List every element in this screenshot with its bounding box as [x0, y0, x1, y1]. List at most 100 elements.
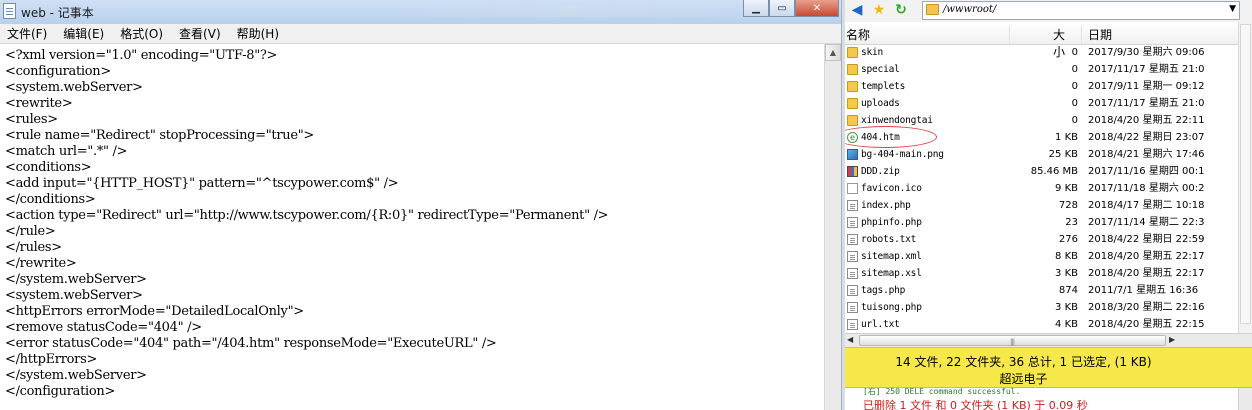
- file-name: favicon.ico: [861, 183, 922, 194]
- folder-icon: [847, 115, 858, 126]
- editor-line: </rules>: [5, 240, 62, 255]
- path-combobox[interactable]: /wwwroot/ ▼: [922, 1, 1240, 20]
- menu-format[interactable]: 格式(O): [112, 25, 171, 42]
- editor-line: </httpErrors>: [5, 352, 98, 367]
- folder-row[interactable]: skin 0 2017/9/30 星期六 09:06: [845, 44, 1238, 61]
- file-name: tuisong.php: [861, 302, 922, 313]
- scroll-left-arrow-icon[interactable]: ◀: [847, 335, 853, 344]
- file-list-header: 名称 大小 日期: [845, 22, 1238, 59]
- file-name: DDD.zip: [861, 166, 900, 177]
- file-date: 2018/4/21 星期六 17:46: [1088, 149, 1205, 160]
- folder-icon: [847, 47, 858, 58]
- editor-line: <conditions>: [5, 160, 92, 175]
- file-size: 0: [1071, 81, 1078, 92]
- column-header-name[interactable]: 名称: [846, 26, 870, 43]
- back-arrow-icon[interactable]: ◀: [849, 2, 865, 18]
- file-date: 2011/7/1 星期五 16:36: [1088, 285, 1199, 296]
- file-list[interactable]: skin 0 2017/9/30 星期六 09:06 special 0 2017/11/…: [845, 44, 1238, 333]
- close-button[interactable]: ✕: [795, 0, 839, 17]
- file-row[interactable]: sitemap.xml 8 KB 2018/4/20 星期五 22:17: [845, 248, 1238, 265]
- editor-line: <?xml version="1.0" encoding="UTF-8"?>: [5, 48, 278, 63]
- file-row[interactable]: tuisong.php 3 KB 2018/3/20 星期二 22:16: [845, 299, 1238, 316]
- file-name: bg-404-main.png: [861, 149, 944, 160]
- doc-file-icon: [847, 234, 858, 245]
- log-line: [右] 250 DELE command successful.: [863, 387, 1021, 396]
- editor-line: <rules>: [5, 112, 58, 127]
- scrollbar-thumb[interactable]: [1240, 24, 1251, 324]
- editor-line: </conditions>: [5, 192, 96, 207]
- file-date: 2017/9/30 星期六 09:06: [1088, 47, 1205, 58]
- file-date: 2018/4/20 星期五 22:11: [1088, 115, 1205, 126]
- ftp-remote-pane: ◀ ★ ↻ /wwwroot/ ▼ 名称 大小 日期 skin 0 2017/9/3…: [845, 0, 1252, 410]
- file-date: 2018/4/22 星期日 22:59: [1088, 234, 1205, 245]
- editor-line: <add input="{HTTP_HOST}" pattern="^tscyp…: [5, 176, 399, 191]
- menu-help[interactable]: 帮助(H): [229, 25, 287, 42]
- file-date: 2018/4/20 星期五 22:17: [1088, 268, 1205, 279]
- file-row[interactable]: DDD.zip 85.46 MB 2017/11/16 星期四 00:1: [845, 163, 1238, 180]
- status-server-name: 超远电子: [999, 372, 1048, 386]
- file-date: 2018/3/20 星期二 22:16: [1088, 302, 1205, 313]
- editor-line: </rule>: [5, 224, 56, 239]
- menu-edit[interactable]: 编辑(E): [55, 25, 112, 42]
- transfer-log: [右] 250 DELE command successful. 已删除 1 文…: [845, 387, 1252, 410]
- file-size: 0: [1071, 64, 1078, 75]
- file-row[interactable]: bg-404-main.png 25 KB 2018/4/21 星期六 17:46: [845, 146, 1238, 163]
- status-panel: 14 文件, 22 文件夹, 36 总计, 1 已选定, (1 KB) 超远电子: [845, 347, 1252, 387]
- file-row[interactable]: robots.txt 276 2018/4/22 星期日 22:59: [845, 231, 1238, 248]
- editor-content[interactable]: <?xml version="1.0" encoding="UTF-8"?> <c…: [0, 44, 824, 400]
- notepad-titlebar[interactable]: web - 记事本 ▁ ▭ ✕: [0, 0, 841, 25]
- file-row[interactable]: favicon.ico 9 KB 2017/11/18 星期六 00:2: [845, 180, 1238, 197]
- file-row[interactable]: url.txt 4 KB 2018/4/20 星期五 22:15: [845, 316, 1238, 333]
- file-name: robots.txt: [861, 234, 917, 245]
- column-separator[interactable]: [1081, 26, 1082, 44]
- zip-file-icon: [847, 166, 858, 177]
- column-header-date[interactable]: 日期: [1088, 26, 1112, 43]
- background-title-ghost: [410, 5, 730, 17]
- file-row[interactable]: sitemap.xsl 3 KB 2018/4/20 星期五 22:17: [845, 265, 1238, 282]
- editor-vertical-scrollbar[interactable]: ▲: [824, 44, 841, 410]
- doc-file-icon: [847, 251, 858, 262]
- file-row[interactable]: tags.php 874 2011/7/1 星期五 16:36: [845, 282, 1238, 299]
- file-size: 276: [1058, 234, 1078, 245]
- favorites-star-icon[interactable]: ★: [871, 2, 887, 18]
- menu-view[interactable]: 查看(V): [171, 25, 229, 42]
- minimize-button[interactable]: ▁: [743, 0, 769, 17]
- editor-line: <system.webServer>: [5, 288, 143, 303]
- doc-file-icon: [847, 217, 858, 228]
- editor-line: <httpErrors errorMode="DetailedLocalOnly…: [5, 304, 304, 319]
- file-date: 2018/4/22 星期日 23:07: [1088, 132, 1205, 143]
- folder-row[interactable]: uploads 0 2017/11/17 星期五 21:0: [845, 95, 1238, 112]
- file-name: sitemap.xml: [861, 251, 922, 262]
- folder-row[interactable]: xinwendongtai 0 2018/4/20 星期五 22:11: [845, 112, 1238, 129]
- folder-icon: [847, 64, 858, 75]
- file-date: 2017/11/17 星期五 21:0: [1088, 98, 1205, 109]
- maximize-button[interactable]: ▭: [769, 0, 795, 17]
- column-separator[interactable]: [1009, 26, 1010, 44]
- file-size: 4 KB: [1055, 319, 1078, 330]
- file-date: 2018/4/20 星期五 22:15: [1088, 319, 1205, 330]
- file-list-horizontal-scrollbar[interactable]: ◀ ||| ▶: [845, 333, 1252, 347]
- chevron-down-icon[interactable]: ▼: [1229, 4, 1236, 14]
- scrollbar-thumb[interactable]: |||: [859, 335, 1166, 346]
- file-list-vertical-scrollbar[interactable]: [1238, 22, 1252, 333]
- file-row[interactable]: phpinfo.php 23 2017/11/14 星期二 22:3: [845, 214, 1238, 231]
- window-title: web - 记事本: [21, 6, 94, 20]
- folder-row[interactable]: special 0 2017/11/17 星期五 21:0: [845, 61, 1238, 78]
- file-name: skin: [861, 47, 884, 58]
- file-date: 2017/11/14 星期二 22:3: [1088, 217, 1205, 228]
- scroll-up-arrow-icon[interactable]: ▲: [825, 44, 841, 61]
- doc-file-icon: [847, 319, 858, 330]
- file-row[interactable]: e 404.htm 1 KB 2018/4/22 星期日 23:07: [845, 129, 1238, 146]
- scroll-right-arrow-icon[interactable]: ▶: [1169, 335, 1175, 344]
- folder-row[interactable]: templets 0 2017/9/11 星期一 09:12: [845, 78, 1238, 95]
- file-name: special: [861, 64, 900, 75]
- notepad-icon: [3, 3, 16, 19]
- log-scrollbar[interactable]: [1238, 388, 1252, 410]
- ico-file-icon: [847, 183, 858, 194]
- refresh-icon[interactable]: ↻: [893, 2, 909, 18]
- text-editor-area[interactable]: <?xml version="1.0" encoding="UTF-8"?> <c…: [0, 44, 824, 410]
- menu-file[interactable]: 文件(F): [0, 25, 55, 42]
- png-file-icon: [847, 149, 858, 160]
- editor-line: <match url=".*" />: [5, 144, 128, 159]
- file-row[interactable]: index.php 728 2018/4/17 星期二 10:18: [845, 197, 1238, 214]
